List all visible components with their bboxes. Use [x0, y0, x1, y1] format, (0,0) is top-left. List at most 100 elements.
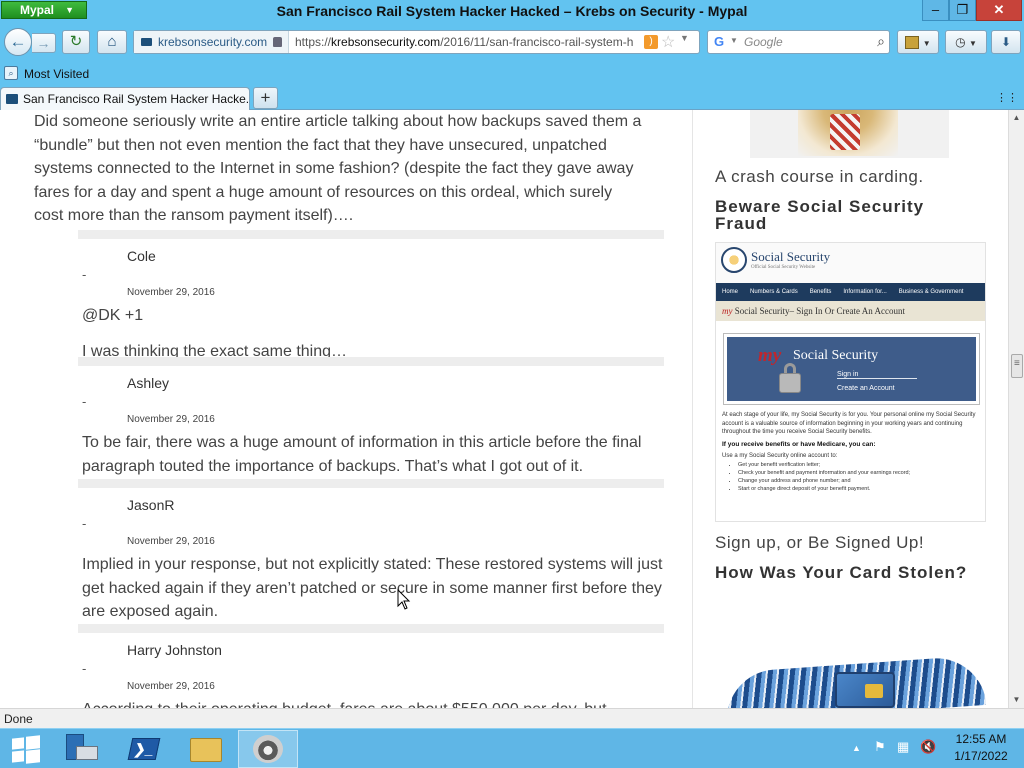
taskbar: ❯_ ▲ ⚑ ▦ 🔇 12:55 AM 1/17/2022 [0, 728, 1024, 768]
google-engine-icon[interactable]: G [714, 34, 724, 49]
status-text: Done [4, 712, 33, 726]
vertical-scrollbar[interactable]: ▲ ▼ [1008, 110, 1024, 708]
sidebar-caption: A crash course in carding. [715, 167, 924, 186]
comment-body-text: Did someone seriously write an entire ar… [34, 113, 642, 224]
tab-article[interactable]: San Francisco Rail System Hacker Hacke..… [0, 87, 250, 110]
page-content: Did someone seriously write an entire ar… [0, 110, 1008, 708]
forward-arrow-icon: → [36, 35, 51, 51]
network-icon[interactable]: ▦ [897, 739, 909, 755]
comment-date[interactable]: November 29, 2016 [127, 681, 215, 692]
back-button[interactable]: ← [4, 28, 32, 56]
comment-divider [78, 479, 664, 488]
plus-icon: + [260, 88, 271, 107]
carding-promo-image[interactable] [750, 110, 949, 158]
ss-nav-item: Numbers & Cards [750, 289, 798, 295]
comment-author[interactable]: JasonR [127, 497, 174, 513]
action-center-flag-icon[interactable]: ⚑ [874, 739, 886, 755]
taskbar-powershell[interactable]: ❯_ [114, 730, 174, 768]
taskbar-file-explorer[interactable] [176, 730, 236, 768]
taskbar-mypal[interactable] [238, 730, 298, 768]
ss-panel-my: my [758, 345, 782, 366]
ss-signin-banner-text: Social Security– Sign In Or Create An Ac… [734, 306, 905, 316]
new-tab-button[interactable]: + [253, 87, 278, 109]
site-identity-button[interactable]: krebsonsecurity.com [134, 31, 289, 53]
tray-overflow-icon[interactable]: ▲ [852, 743, 861, 753]
scroll-up-arrow-icon[interactable]: ▲ [1009, 110, 1024, 126]
ss-create-account: Create an Account [837, 385, 895, 392]
forward-button[interactable]: → [32, 33, 56, 53]
bookmark-star-icon[interactable]: ☆ [661, 32, 675, 52]
engine-dropdown-icon[interactable]: ▼ [730, 36, 738, 45]
url-host: krebsonsecurity.com [331, 35, 441, 49]
reload-button[interactable]: ↻ [62, 30, 90, 54]
windows-logo-icon [12, 737, 24, 750]
social-security-promo-image[interactable]: Social Security Official Social Security… [715, 242, 986, 522]
mypal-raccoon-icon [253, 735, 283, 763]
maximize-button[interactable]: ❐ [949, 0, 976, 21]
home-button[interactable]: ⌂ [97, 30, 127, 54]
rss-feed-icon[interactable]: ) [644, 35, 658, 49]
url-text[interactable]: https://krebsonsecurity.com/2016/11/san-… [295, 31, 640, 53]
ss-bullet: Check your benefit and payment informati… [738, 469, 984, 477]
comment-date[interactable]: November 29, 2016 [127, 287, 215, 298]
site-identity-label: krebsonsecurity.com [158, 35, 268, 49]
ss-header: Social Security Official Social Security… [716, 243, 985, 283]
search-bar[interactable]: G ▼ Google ⌕ [707, 30, 890, 54]
sidebar-divider [692, 110, 693, 708]
minimize-button[interactable]: – [922, 0, 949, 21]
downloads-button[interactable]: ⬇ [991, 30, 1021, 54]
dropdown-arrow-icon: ▼ [65, 5, 74, 15]
search-icon[interactable]: ⌕ [877, 33, 885, 50]
powershell-icon: ❯_ [127, 738, 161, 760]
comment-paragraph: To be fair, there was a huge amount of i… [82, 434, 642, 475]
taskbar-clock[interactable]: 12:55 AM 1/17/2022 [946, 731, 1016, 765]
card-stolen-promo-image[interactable] [715, 594, 986, 708]
history-menu-button[interactable]: ◷ ▼ [945, 30, 987, 54]
carding-image-detail [830, 114, 860, 150]
comment-separator: - [82, 394, 87, 409]
ss-bullet: Start or change direct deposit of your b… [738, 485, 984, 493]
comment-author[interactable]: Harry Johnston [127, 642, 222, 658]
ss-my-word: my [722, 306, 733, 316]
credit-card-graphic [835, 672, 895, 708]
title-bar: Mypal ▼ San Francisco Rail System Hacker… [0, 0, 1024, 25]
home-icon: ⌂ [107, 33, 117, 50]
status-bar: Done [0, 708, 1024, 728]
download-arrow-icon: ⬇ [1000, 35, 1012, 49]
reload-icon: ↻ [69, 33, 83, 50]
comment-separator: - [82, 516, 87, 531]
volume-muted-icon[interactable]: 🔇 [920, 739, 936, 755]
ss-site-subtitle: Official Social Security Website [751, 265, 816, 270]
ss-use-line: Use a my Social Security online account … [722, 453, 838, 459]
scroll-thumb[interactable] [1011, 354, 1023, 378]
scroll-down-arrow-icon[interactable]: ▼ [1009, 692, 1024, 708]
close-button[interactable]: ✕ [976, 0, 1022, 21]
tab-label: San Francisco Rail System Hacker Hacke..… [23, 92, 250, 106]
url-bar[interactable]: krebsonsecurity.com https://krebsonsecur… [133, 30, 700, 54]
taskbar-server-manager[interactable] [52, 730, 112, 768]
ss-nav-item: Benefits [809, 289, 832, 295]
comment: Harry Johnston - November 29, 2016 Accor… [78, 624, 664, 708]
start-button[interactable] [4, 733, 46, 765]
bookmarks-menu-button[interactable]: ▼ [897, 30, 939, 54]
comment-paragraph: According to their operating budget, far… [82, 698, 664, 708]
url-history-dropdown-icon[interactable]: ▼ [680, 33, 689, 43]
ss-bullet: Get your benefit verification letter; [738, 461, 984, 469]
comment-author[interactable]: Ashley [127, 375, 169, 391]
comment-author[interactable]: Cole [127, 248, 156, 264]
comment-date[interactable]: November 29, 2016 [127, 414, 215, 425]
tab-list-button[interactable]: ⋮⋮ [996, 91, 1018, 104]
search-input[interactable]: Google [744, 35, 783, 49]
windows-logo-pane [12, 750, 24, 763]
window-title: San Francisco Rail System Hacker Hacked … [276, 3, 748, 19]
ss-nav-item: Information for... [843, 289, 887, 295]
comment-date[interactable]: November 29, 2016 [127, 536, 215, 547]
url-path: /2016/11/san-francisco-rail-system-h [440, 35, 634, 49]
ss-nav: Home Numbers & Cards Benefits Information f… [716, 283, 985, 301]
app-menu-button[interactable]: Mypal ▼ [1, 1, 87, 19]
ss-panel-brand: Social Security [793, 348, 879, 363]
comment: JasonR - November 29, 2016 Implied in yo… [78, 479, 664, 624]
tab-bar: San Francisco Rail System Hacker Hacke..… [0, 86, 1024, 110]
site-favicon-icon [141, 38, 152, 46]
ss-bullet: Change your address and phone number; an… [738, 477, 984, 485]
